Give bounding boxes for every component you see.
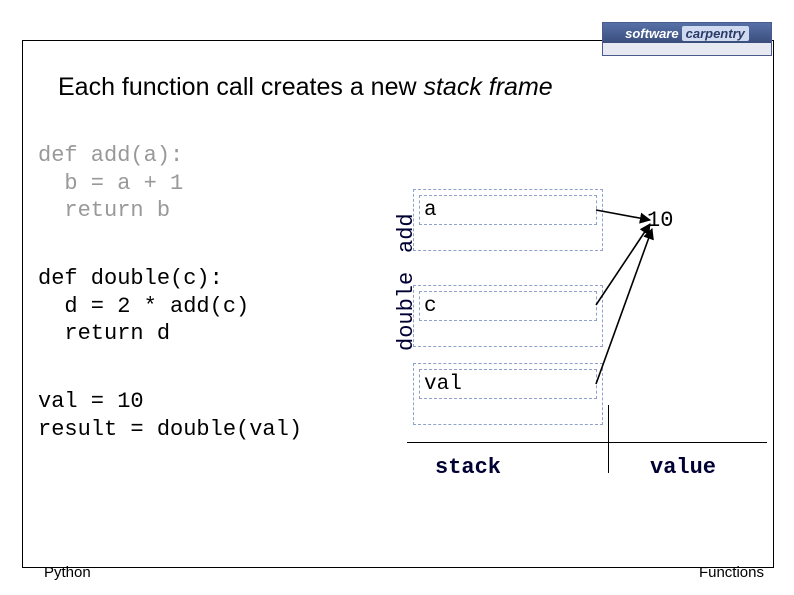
variable-box-val: val xyxy=(419,369,597,399)
title-emphasis: stack frame xyxy=(423,73,552,101)
variable-name-val: val xyxy=(424,373,462,396)
code-block-add: def add(a): b = a + 1 return b xyxy=(38,142,183,225)
axis-label-value: value xyxy=(650,455,716,480)
title-prefix: Each function call creates a new xyxy=(58,73,423,101)
footer-left: Python xyxy=(44,564,91,581)
axis-horizontal xyxy=(407,442,767,443)
variable-box-c: c xyxy=(419,291,597,321)
logo-text-software: software xyxy=(625,26,678,41)
logo-top-bar: software carpentry xyxy=(603,23,771,43)
software-carpentry-logo: software carpentry xyxy=(602,22,772,56)
slide-title: Each function call creates a new stack f… xyxy=(58,73,553,102)
variable-name-a: a xyxy=(424,199,437,222)
axis-label-stack: stack xyxy=(435,455,501,480)
variable-name-c: c xyxy=(424,295,437,318)
code-block-main: val = 10 result = double(val) xyxy=(38,388,302,443)
variable-box-a: a xyxy=(419,195,597,225)
footer-right: Functions xyxy=(699,564,764,581)
axis-vertical xyxy=(608,405,609,473)
logo-tagline xyxy=(603,43,771,55)
logo-text-carpentry: carpentry xyxy=(682,26,749,41)
value-10: 10 xyxy=(647,208,673,233)
code-block-double: def double(c): d = 2 * add(c) return d xyxy=(38,265,249,348)
